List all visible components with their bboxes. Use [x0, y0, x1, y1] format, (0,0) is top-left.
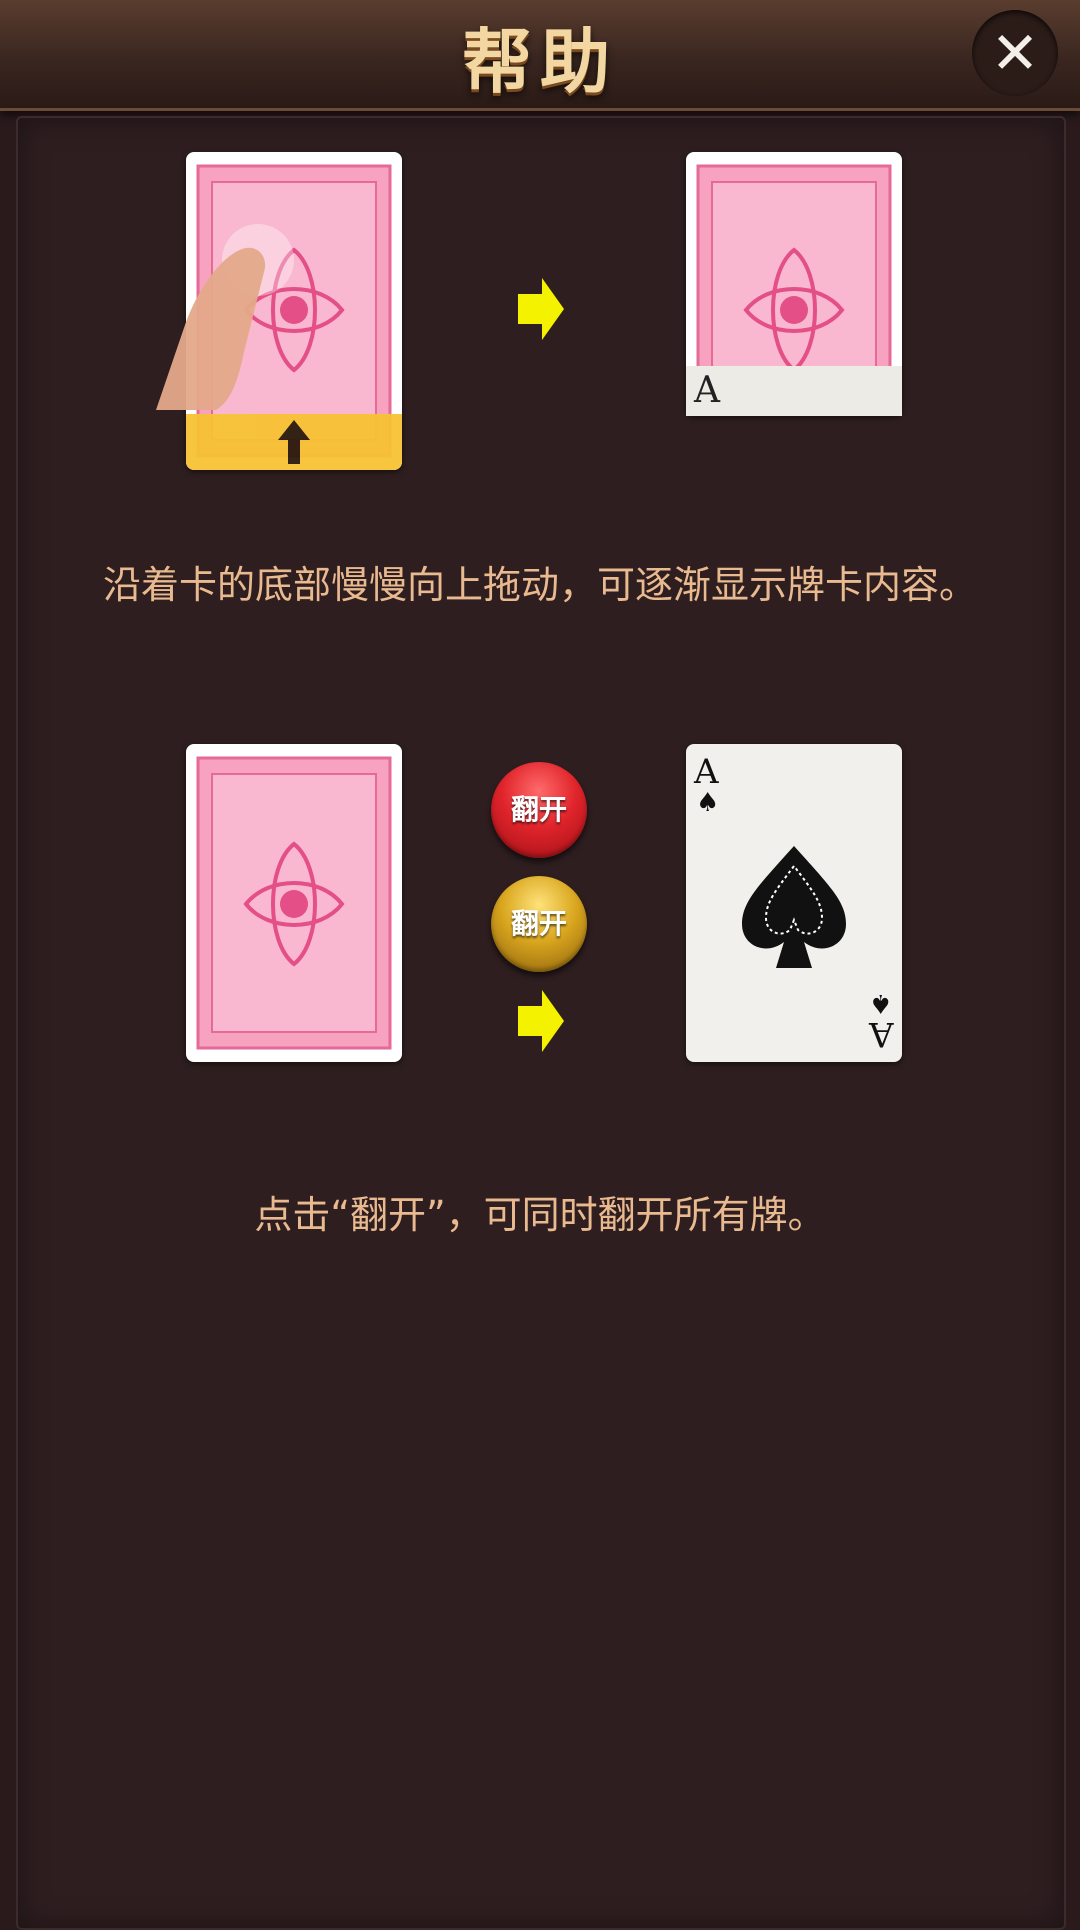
flip-instruction: 点击“翻开”，可同时翻开所有牌。 [254, 1193, 826, 1237]
right-arrow-icon [518, 990, 564, 1052]
close-button[interactable]: ✕ [972, 10, 1058, 96]
close-icon: ✕ [990, 19, 1040, 87]
card-rank-bottom: A [869, 1014, 894, 1054]
card-partially-revealed: A [686, 152, 902, 416]
page-title: 帮助 [462, 21, 618, 103]
revealed-rank: A [694, 370, 720, 411]
finger-swipe-icon [156, 224, 294, 410]
card-ace-of-spades: A ♠ ♠ A [686, 744, 902, 1062]
swipe-instruction: 沿着卡的底部慢慢向上拖动，可逐渐显示牌卡内容。 [102, 563, 977, 607]
flip-button-gold[interactable]: 翻开 [491, 876, 587, 972]
right-arrow-icon [518, 278, 564, 340]
card-back-swipe [156, 152, 402, 470]
card-back [186, 744, 402, 1062]
flip-button-red[interactable]: 翻开 [491, 762, 587, 858]
header-bar: 帮助 ✕ [0, 0, 1080, 111]
card-back-icon [196, 756, 392, 1050]
